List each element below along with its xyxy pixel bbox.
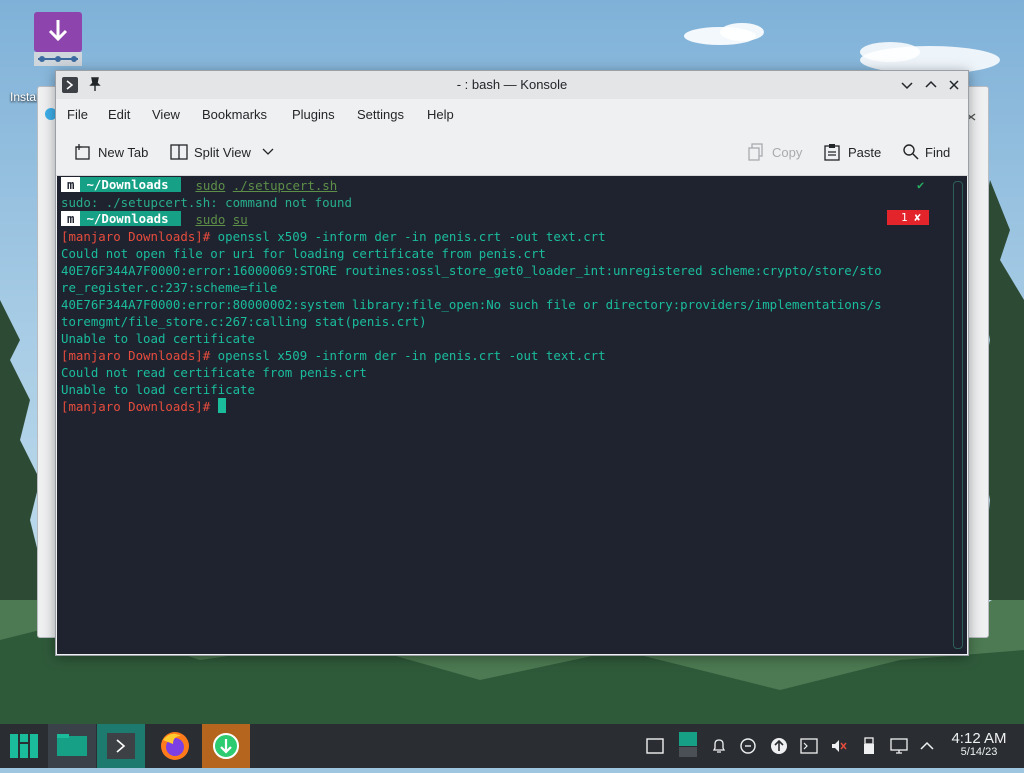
command-sudo: sudo (195, 212, 226, 227)
command-text: openssl x509 -inform der -in penis.crt -… (210, 348, 606, 363)
close-icon[interactable] (945, 76, 963, 94)
prompt-directory: ~/Downloads (80, 211, 181, 226)
command-arg: su (232, 212, 248, 227)
exit-status-badge: 1 ✘ (887, 210, 929, 225)
terminal-line: Unable to load certificate (61, 331, 255, 346)
command-sudo: sudo (195, 178, 226, 193)
window-icon[interactable] (645, 736, 665, 756)
minimize-icon[interactable] (898, 76, 916, 94)
file-manager-icon (57, 734, 87, 756)
terminal-line: m ~/Downloads sudo ./setupcert.sh (61, 177, 337, 194)
chevron-down-icon (262, 148, 274, 155)
task-firefox[interactable] (151, 724, 199, 768)
terminal-line: 40E76F344A7F0000:error:16000069:STORE ro… (61, 263, 882, 278)
terminal-view[interactable]: m ~/Downloads sudo ./setupcert.sh sudo: .… (57, 176, 967, 654)
konsole-icon (107, 733, 135, 759)
terminal-cursor (217, 398, 226, 413)
terminal-line: [manjaro Downloads]# openssl x509 -infor… (61, 347, 606, 364)
paste-label: Paste (848, 145, 882, 160)
digital-clock[interactable]: 4:12 AM 5/14/23 (942, 730, 1016, 758)
terminal-line: Could not read certificate from penis.cr… (61, 365, 367, 380)
installer-icon (32, 12, 84, 66)
new-tab-label: New Tab (98, 145, 149, 160)
paste-icon (824, 144, 840, 161)
paste-button[interactable]: Paste (824, 143, 888, 163)
terminal-line: m ~/Downloads sudo su (61, 211, 248, 228)
root-prompt: [manjaro Downloads]# (61, 229, 211, 244)
network-icon[interactable] (889, 736, 909, 756)
kde-connect-icon[interactable] (738, 736, 758, 756)
menu-bar: File Edit View Bookmarks Plugins Setting… (56, 99, 968, 131)
copy-label: Copy (772, 145, 803, 160)
find-label: Find (925, 145, 951, 160)
manjaro-menu-icon (10, 734, 38, 758)
clock-time: 4:12 AM (951, 730, 1007, 747)
manjaro-prompt-logo: m (61, 177, 81, 192)
terminal-line: re_register.c:237:scheme=file (61, 280, 278, 295)
mute-icon[interactable] (829, 736, 849, 756)
maximize-icon[interactable] (922, 76, 940, 94)
new-tab-icon (75, 144, 90, 160)
menu-view[interactable]: View (152, 107, 180, 122)
split-view-label: Split View (194, 145, 251, 160)
menu-bookmarks[interactable]: Bookmarks (202, 107, 267, 122)
terminal-line: [manjaro Downloads]# openssl x509 -infor… (61, 228, 606, 245)
root-prompt: [manjaro Downloads]# (61, 348, 211, 363)
search-icon (903, 144, 919, 160)
menu-edit[interactable]: Edit (108, 107, 130, 122)
terminal-line: Could not open file or uri for loading c… (61, 246, 546, 261)
terminal-line: sudo: ./setupcert.sh: command not found (61, 195, 352, 210)
copy-icon (748, 143, 763, 161)
root-prompt: [manjaro Downloads]# (61, 399, 211, 414)
clock-date: 5/14/23 (960, 746, 998, 758)
terminal-line: Unable to load certificate (61, 382, 255, 397)
menu-settings[interactable]: Settings (357, 107, 404, 122)
title-bar[interactable]: - : bash — Konsole (56, 71, 968, 99)
command-arg: ./setupcert.sh (232, 178, 338, 193)
expand-tray-icon[interactable] (917, 736, 937, 756)
terminal-line: [manjaro Downloads]# (61, 398, 226, 415)
toolbar: New Tab Split View Copy Paste Find (56, 131, 968, 176)
konsole-window[interactable]: - : bash — Konsole File Edit View Bookma… (55, 70, 969, 656)
terminal-scrollbar[interactable] (953, 181, 963, 649)
task-file-manager[interactable] (48, 724, 96, 768)
terminal-icon[interactable] (799, 736, 819, 756)
split-view-button[interactable]: Split View (170, 143, 278, 163)
installer-icon (213, 733, 239, 759)
find-button[interactable]: Find (902, 143, 958, 163)
firefox-icon (161, 732, 189, 760)
menu-plugins[interactable]: Plugins (292, 107, 335, 122)
notifications-icon[interactable] (709, 736, 729, 756)
manjaro-prompt-logo: m (61, 211, 81, 226)
terminal-line: 40E76F344A7F0000:error:80000002:system l… (61, 297, 882, 312)
application-launcher-button[interactable] (0, 724, 48, 768)
split-view-icon (170, 144, 188, 160)
menu-file[interactable]: File (67, 107, 88, 122)
terminal-line: toremgmt/file_store.c:267:calling stat(p… (61, 314, 427, 329)
taskbar: 4:12 AM 5/14/23 (0, 724, 1024, 768)
command-text: openssl x509 -inform der -in penis.crt -… (210, 229, 606, 244)
prompt-directory: ~/Downloads (80, 177, 181, 192)
menu-help[interactable]: Help (427, 107, 454, 122)
display-icon[interactable] (678, 732, 698, 758)
task-konsole[interactable] (97, 724, 145, 768)
success-check-icon: ✔ (917, 178, 925, 192)
copy-button[interactable]: Copy (748, 143, 808, 163)
task-installer[interactable] (202, 724, 250, 768)
new-tab-button[interactable]: New Tab (74, 143, 160, 163)
usb-icon[interactable] (859, 736, 879, 756)
window-title: - : bash — Konsole (456, 77, 568, 92)
updates-icon[interactable] (769, 736, 789, 756)
